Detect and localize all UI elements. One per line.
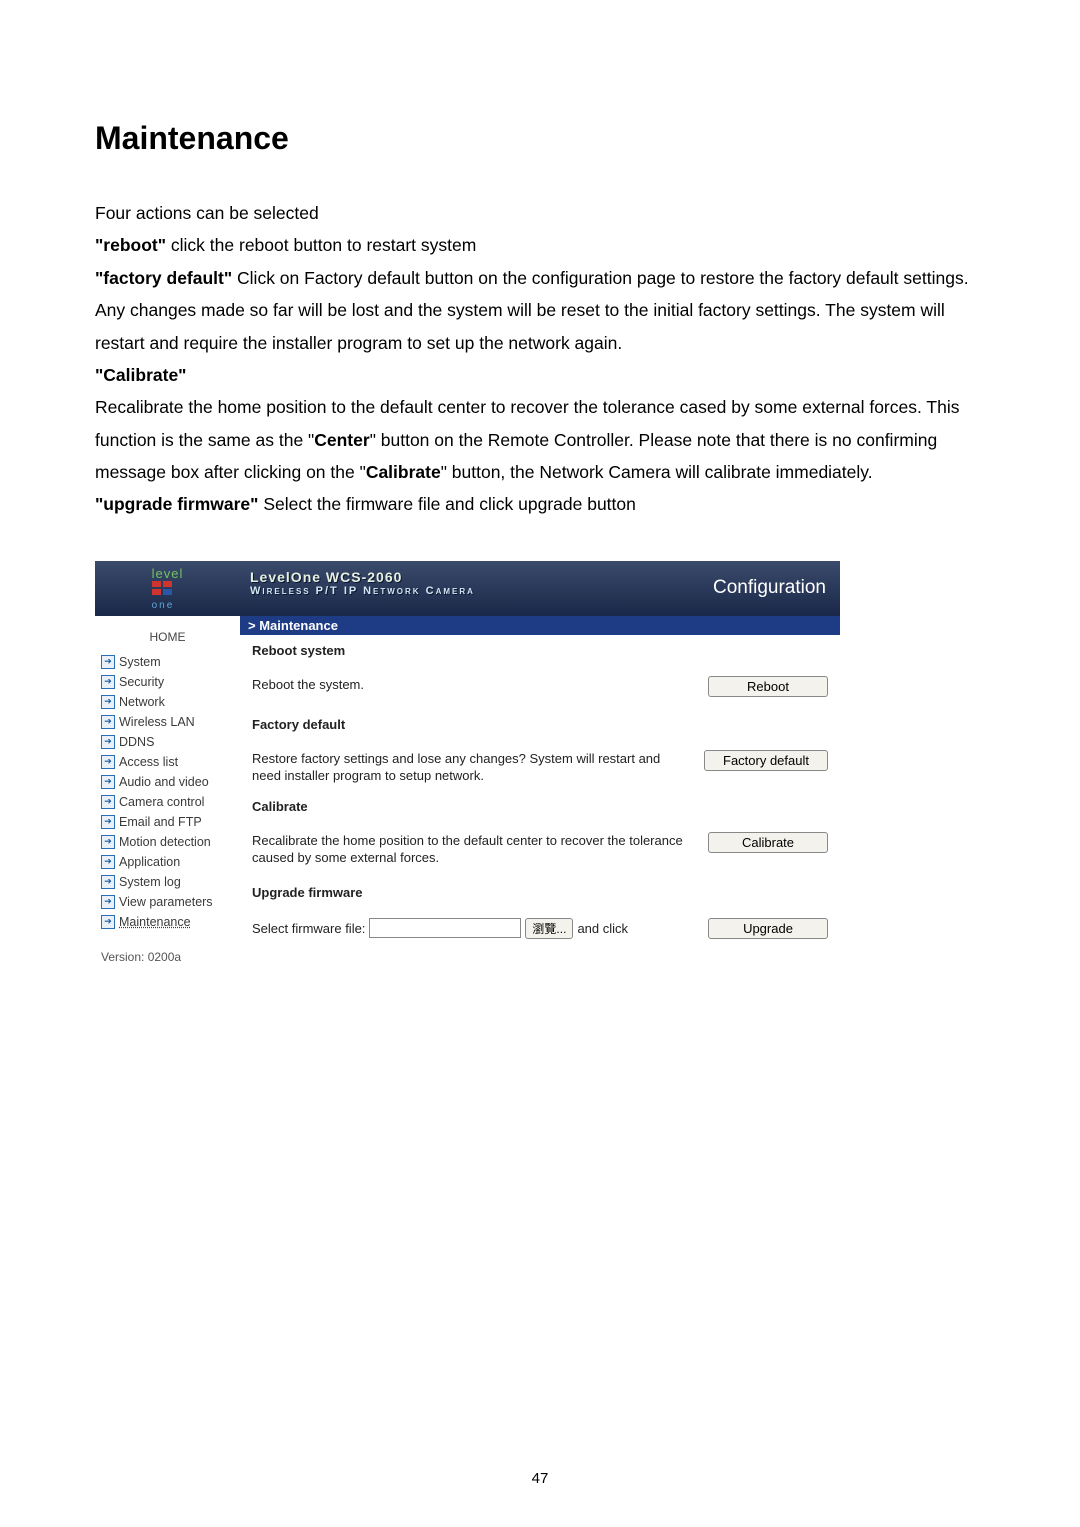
arrow-icon: ➔	[101, 895, 115, 909]
product-subtitle: Wireless P/T IP Network Camera	[250, 585, 703, 597]
arrow-icon: ➔	[101, 755, 115, 769]
configuration-link[interactable]: Configuration	[713, 561, 840, 616]
browse-button[interactable]: 瀏覽...	[525, 918, 573, 939]
calibrate-desc: Recalibrate the home position to the def…	[252, 832, 694, 867]
logo-top: level	[152, 566, 184, 581]
reboot-label: "reboot"	[95, 235, 166, 255]
arrow-icon: ➔	[101, 875, 115, 889]
sidebar-item-audio-video[interactable]: ➔ Audio and video	[99, 772, 236, 792]
main-panel: > Maintenance Reboot system Reboot the s…	[240, 616, 840, 978]
sidebar-item-application[interactable]: ➔ Application	[99, 852, 236, 872]
calibrate-button[interactable]: Calibrate	[708, 832, 828, 853]
sidebar-item-maintenance[interactable]: ➔ Maintenance	[99, 912, 236, 932]
upgrade-label: "upgrade firmware"	[95, 494, 258, 514]
breadcrumb: > Maintenance	[240, 616, 840, 635]
header-bar: level one LevelOne WCS-2060 Wireless P/T…	[95, 561, 840, 616]
upgrade-heading: Upgrade firmware	[252, 885, 828, 900]
reboot-heading: Reboot system	[252, 643, 828, 658]
sidebar-item-label: Wireless LAN	[119, 715, 195, 729]
sidebar-item-label: Camera control	[119, 795, 204, 809]
header-titles: LevelOne WCS-2060 Wireless P/T IP Networ…	[240, 561, 713, 616]
arrow-icon: ➔	[101, 815, 115, 829]
arrow-icon: ➔	[101, 695, 115, 709]
calibrate-paragraph: Recalibrate the home position to the def…	[95, 391, 985, 488]
sidebar-item-label: Audio and video	[119, 775, 209, 789]
sidebar-item-security[interactable]: ➔ Security	[99, 672, 236, 692]
arrow-icon: ➔	[101, 775, 115, 789]
sidebar-item-label: Security	[119, 675, 164, 689]
sidebar-item-label: System	[119, 655, 161, 669]
body-text: Four actions can be selected "reboot" cl…	[95, 197, 985, 521]
page-number: 47	[0, 1470, 1080, 1487]
sidebar-item-system[interactable]: ➔ System	[99, 652, 236, 672]
intro-line: Four actions can be selected	[95, 197, 985, 229]
firmware-file-input[interactable]	[369, 918, 521, 938]
reboot-button[interactable]: Reboot	[708, 676, 828, 697]
factory-default-button[interactable]: Factory default	[704, 750, 828, 771]
logo-grid-icon	[152, 581, 174, 595]
calib-p3: " button, the Network Camera will calibr…	[441, 462, 873, 482]
factory-line: "factory default" Click on Factory defau…	[95, 262, 985, 359]
reboot-desc: Reboot the system.	[252, 676, 694, 694]
factory-label: "factory default"	[95, 268, 232, 288]
arrow-icon: ➔	[101, 715, 115, 729]
upgrade-line: "upgrade firmware" Select the firmware f…	[95, 488, 985, 520]
sidebar-item-label: DDNS	[119, 735, 154, 749]
upgrade-button[interactable]: Upgrade	[708, 918, 828, 939]
page-title: Maintenance	[95, 120, 985, 157]
and-click-text: and click	[577, 921, 628, 936]
sidebar-item-label: Email and FTP	[119, 815, 202, 829]
sidebar-item-view-parameters[interactable]: ➔ View parameters	[99, 892, 236, 912]
sidebar-item-label: Motion detection	[119, 835, 211, 849]
factory-heading: Factory default	[252, 717, 828, 732]
reboot-line: "reboot" click the reboot button to rest…	[95, 229, 985, 261]
arrow-icon: ➔	[101, 855, 115, 869]
sidebar-item-system-log[interactable]: ➔ System log	[99, 872, 236, 892]
factory-desc: Restore factory settings and lose any ch…	[252, 750, 690, 785]
logo-bottom: one	[152, 600, 175, 611]
sidebar-item-access-list[interactable]: ➔ Access list	[99, 752, 236, 772]
sidebar-item-camera-control[interactable]: ➔ Camera control	[99, 792, 236, 812]
product-name: LevelOne WCS-2060	[250, 569, 703, 585]
sidebar-item-wireless-lan[interactable]: ➔ Wireless LAN	[99, 712, 236, 732]
calibrate-heading: Calibrate	[252, 799, 828, 814]
sidebar-item-motion-detection[interactable]: ➔ Motion detection	[99, 832, 236, 852]
sidebar-item-label: Network	[119, 695, 165, 709]
arrow-icon: ➔	[101, 735, 115, 749]
arrow-icon: ➔	[101, 675, 115, 689]
sidebar-item-label: Access list	[119, 755, 178, 769]
embedded-screenshot: level one LevelOne WCS-2060 Wireless P/T…	[95, 561, 840, 978]
sidebar-item-email-ftp[interactable]: ➔ Email and FTP	[99, 812, 236, 832]
sidebar-item-ddns[interactable]: ➔ DDNS	[99, 732, 236, 752]
calib-calib: Calibrate	[366, 462, 441, 482]
upgrade-file-label: Select firmware file:	[252, 921, 365, 936]
arrow-icon: ➔	[101, 835, 115, 849]
sidebar-item-network[interactable]: ➔ Network	[99, 692, 236, 712]
calib-center: Center	[314, 430, 369, 450]
arrow-icon: ➔	[101, 915, 115, 929]
sidebar-item-label: Application	[119, 855, 180, 869]
reboot-text: click the reboot button to restart syste…	[166, 235, 476, 255]
sidebar-item-label: Maintenance	[119, 915, 191, 929]
version-text: Version: 0200a	[99, 950, 236, 964]
sidebar-item-label: System log	[119, 875, 181, 889]
sidebar-home[interactable]: HOME	[99, 624, 236, 652]
sidebar-item-label: View parameters	[119, 895, 213, 909]
logo: level one	[95, 561, 240, 616]
sidebar: HOME ➔ System ➔ Security ➔ Network ➔ Wireles…	[95, 616, 240, 978]
calibrate-heading: "Calibrate"	[95, 359, 985, 391]
arrow-icon: ➔	[101, 655, 115, 669]
arrow-icon: ➔	[101, 795, 115, 809]
upgrade-text: Select the firmware file and click upgra…	[258, 494, 635, 514]
